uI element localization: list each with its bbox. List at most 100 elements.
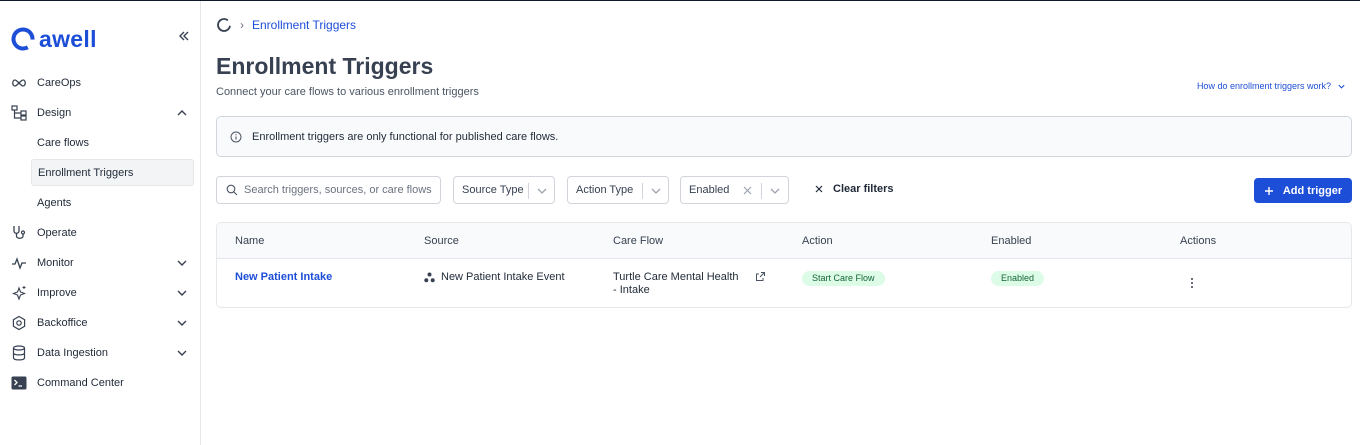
chevron-down-icon bbox=[1338, 84, 1345, 89]
search-input[interactable] bbox=[244, 184, 439, 196]
sidebar-item-label: Improve bbox=[37, 287, 77, 299]
sidebar-subitem-care-flows[interactable]: Care flows bbox=[0, 128, 200, 158]
awell-logo[interactable]: awell bbox=[10, 26, 97, 52]
care-flow-name-line-2: - Intake bbox=[613, 284, 650, 296]
sidebar-subitem-enrollment-triggers[interactable]: Enrollment Triggers bbox=[31, 159, 194, 186]
info-banner-text: Enrollment triggers are only functional … bbox=[252, 130, 559, 143]
add-trigger-button[interactable]: Add trigger bbox=[1254, 178, 1352, 203]
info-icon bbox=[230, 131, 242, 142]
column-header-name: Name bbox=[235, 235, 265, 247]
action-type-value: Action Type bbox=[576, 184, 634, 196]
sidebar-nav: CareOps Design Care flows Enrollment Tri… bbox=[0, 68, 200, 398]
sidebar-item-monitor[interactable]: Monitor bbox=[0, 248, 200, 278]
sidebar-item-label: Backoffice bbox=[37, 317, 88, 329]
awell-logo-icon bbox=[11, 27, 35, 51]
kebab-dot bbox=[1191, 286, 1193, 288]
table-row[interactable]: New Patient Intake New Patient Intake Ev… bbox=[217, 259, 1351, 307]
select-divider bbox=[642, 183, 643, 199]
sidebar-item-operate[interactable]: Operate bbox=[0, 218, 200, 248]
help-link-label: How do enrollment triggers work? bbox=[1196, 81, 1331, 91]
sidebar-item-label: Data Ingestion bbox=[37, 347, 108, 359]
activity-icon bbox=[10, 254, 28, 272]
kebab-dot bbox=[1191, 282, 1193, 284]
table-header: Name Source Care Flow Action Enabled Act… bbox=[217, 223, 1351, 259]
chevron-down-icon bbox=[177, 290, 187, 296]
chevron-down-icon bbox=[177, 350, 187, 356]
enabled-status-label: Enabled bbox=[991, 271, 1045, 286]
sidebar-item-data-ingestion[interactable]: Data Ingestion bbox=[0, 338, 200, 368]
sidebar-item-label: Operate bbox=[37, 227, 77, 239]
page-title: Enrollment Triggers bbox=[216, 53, 434, 79]
top-border bbox=[0, 0, 1360, 1]
info-banner: Enrollment triggers are only functional … bbox=[216, 116, 1352, 157]
terminal-icon bbox=[10, 374, 28, 392]
search-field[interactable] bbox=[216, 176, 441, 204]
sidebar-item-label: Design bbox=[37, 107, 72, 119]
search-icon bbox=[226, 184, 238, 196]
clear-filters-button[interactable]: Clear filters bbox=[814, 183, 894, 195]
chevron-down-icon bbox=[177, 260, 187, 266]
enabled-value: Enabled bbox=[689, 184, 730, 196]
infinity-icon bbox=[10, 74, 28, 92]
column-header-action: Action bbox=[802, 235, 833, 247]
breadcrumb-current[interactable]: Enrollment Triggers bbox=[252, 18, 356, 32]
stethoscope-icon bbox=[10, 224, 28, 242]
close-icon bbox=[815, 185, 823, 193]
database-icon bbox=[10, 344, 28, 362]
action-badge: Start Care Flow bbox=[802, 271, 885, 286]
care-flow-name-line-1: Turtle Care Mental Health bbox=[613, 271, 739, 283]
chevron-down-icon bbox=[177, 320, 187, 326]
add-trigger-label: Add trigger bbox=[1282, 184, 1343, 197]
clear-filters-label: Clear filters bbox=[833, 183, 894, 195]
help-link[interactable]: How do enrollment triggers work? bbox=[1197, 81, 1346, 91]
sidebar-item-label: Monitor bbox=[37, 257, 74, 269]
sitemap-icon bbox=[10, 104, 28, 122]
sidebar-item-backoffice[interactable]: Backoffice bbox=[0, 308, 200, 338]
chevron-down-icon bbox=[537, 188, 547, 194]
webhook-icon bbox=[424, 272, 435, 283]
settings-icon bbox=[10, 314, 28, 332]
page-subtitle: Connect your care flows to various enrol… bbox=[216, 86, 479, 98]
action-badge-label: Start Care Flow bbox=[802, 271, 885, 286]
triggers-table: Name Source Care Flow Action Enabled Act… bbox=[216, 222, 1352, 308]
breadcrumb-separator-icon: › bbox=[240, 18, 244, 32]
sidebar-item-careops[interactable]: CareOps bbox=[0, 68, 200, 98]
enabled-select[interactable]: Enabled bbox=[680, 176, 789, 204]
select-divider bbox=[528, 183, 529, 199]
select-divider bbox=[761, 183, 762, 199]
logo-text: awell bbox=[39, 26, 97, 52]
plus-icon bbox=[1264, 186, 1273, 195]
filter-bar: Source Type Action Type Enabled Clear fi… bbox=[216, 176, 1352, 204]
enabled-status-badge: Enabled bbox=[991, 271, 1045, 286]
sidebar-item-label: CareOps bbox=[37, 77, 82, 89]
column-header-source: Source bbox=[424, 235, 459, 247]
source-type-select[interactable]: Source Type bbox=[453, 176, 555, 204]
clear-selection-icon[interactable] bbox=[742, 185, 753, 196]
sidebar-item-improve[interactable]: Improve bbox=[0, 278, 200, 308]
source-type-value: Source Type bbox=[462, 184, 524, 196]
chevron-up-icon bbox=[177, 110, 187, 116]
trigger-care-flow: Turtle Care Mental Health - Intake bbox=[613, 271, 739, 297]
sidebar-item-label: Command Center bbox=[37, 377, 124, 389]
column-header-care-flow: Care Flow bbox=[613, 235, 664, 247]
column-header-enabled: Enabled bbox=[991, 235, 1032, 247]
sidebar-item-command-center[interactable]: Command Center bbox=[0, 368, 200, 398]
collapse-sidebar-button[interactable] bbox=[177, 29, 191, 47]
breadcrumb: › Enrollment Triggers bbox=[216, 17, 356, 33]
awell-home-icon[interactable] bbox=[216, 17, 232, 33]
chevron-down-icon bbox=[770, 188, 780, 194]
action-type-select[interactable]: Action Type bbox=[567, 176, 669, 204]
trigger-name-link[interactable]: New Patient Intake bbox=[235, 271, 332, 284]
trigger-source: New Patient Intake Event bbox=[424, 271, 565, 284]
chevrons-left-icon bbox=[179, 31, 189, 41]
sidebar: awell CareOps Design Care flows Enrollme… bbox=[0, 1, 201, 445]
chevron-down-icon bbox=[651, 188, 661, 194]
trigger-source-label: New Patient Intake Event bbox=[441, 271, 565, 283]
column-header-actions: Actions bbox=[1180, 235, 1217, 247]
sidebar-item-design[interactable]: Design bbox=[0, 98, 200, 128]
sidebar-subitem-agents[interactable]: Agents bbox=[0, 188, 200, 218]
kebab-dot bbox=[1191, 278, 1193, 280]
external-link-icon[interactable] bbox=[755, 271, 766, 282]
sparkles-icon bbox=[10, 284, 28, 302]
row-actions-menu-icon[interactable] bbox=[1185, 276, 1199, 290]
